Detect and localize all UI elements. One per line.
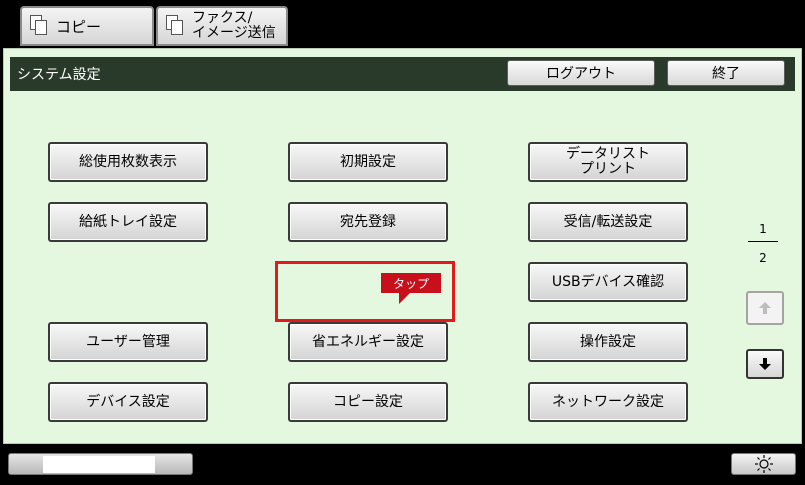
network-settings-button[interactable]: ネットワーク設定 [528, 382, 688, 422]
default-settings-button[interactable]: 初期設定 [288, 142, 448, 182]
tab-fax-label: ファクス/ イメージ送信 [192, 10, 276, 41]
fax-pages-icon [166, 15, 186, 37]
brightness-icon [754, 455, 773, 473]
copy-pages-icon [30, 15, 50, 37]
arrow-up-icon [759, 302, 771, 314]
copy-settings-button[interactable]: コピー設定 [288, 382, 448, 422]
page-total: 2 [759, 251, 767, 265]
exit-button[interactable]: 終了 [667, 60, 785, 86]
scroll-up-button[interactable] [746, 291, 784, 325]
tab-copy[interactable]: コピー [20, 6, 154, 46]
list-print-button[interactable]: データリスト プリント [528, 142, 688, 182]
paper-tray-settings-button[interactable]: 給紙トレイ設定 [48, 202, 208, 242]
device-settings-button[interactable]: デバイス設定 [48, 382, 208, 422]
user-control-button[interactable]: ユーザー管理 [48, 322, 208, 362]
job-status-display [43, 456, 155, 473]
receive-forward-settings-button[interactable]: 受信/転送設定 [528, 202, 688, 242]
job-status-bar[interactable] [8, 453, 193, 475]
page-current: 1 [759, 222, 767, 236]
address-registration-button[interactable]: 宛先登録 [288, 202, 448, 242]
arrow-down-icon [759, 358, 771, 370]
scroll-down-button[interactable] [746, 349, 784, 379]
total-count-button[interactable]: 総使用枚数表示 [48, 142, 208, 182]
tap-callout-label: タップ [381, 273, 441, 304]
usb-device-check-button[interactable]: USBデバイス確認 [528, 262, 688, 302]
tab-fax-image-send[interactable]: ファクス/ イメージ送信 [156, 6, 288, 46]
operation-settings-button[interactable]: 操作設定 [528, 322, 688, 362]
energy-save-button[interactable]: 省エネルギー設定 [288, 322, 448, 362]
brightness-button[interactable] [731, 453, 796, 475]
tab-copy-label: コピー [56, 17, 102, 36]
logout-button[interactable]: ログアウト [507, 60, 655, 86]
page-divider [748, 241, 778, 242]
